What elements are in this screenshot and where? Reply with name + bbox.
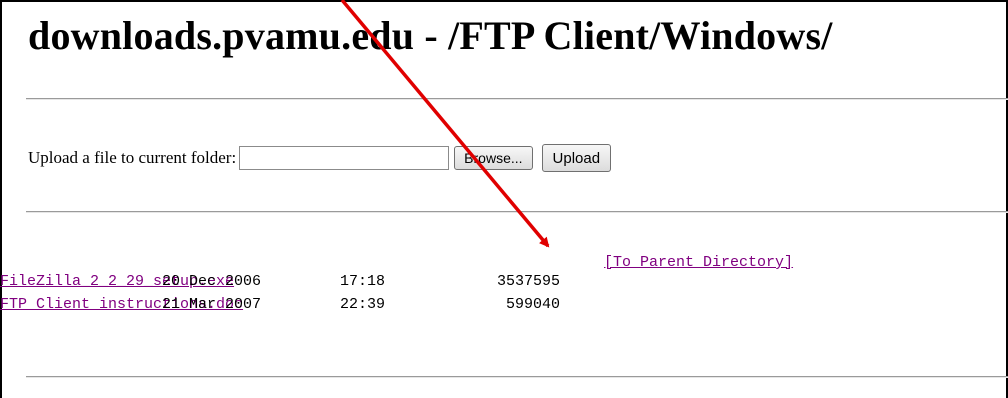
annotation-arrow-icon	[340, 0, 550, 248]
